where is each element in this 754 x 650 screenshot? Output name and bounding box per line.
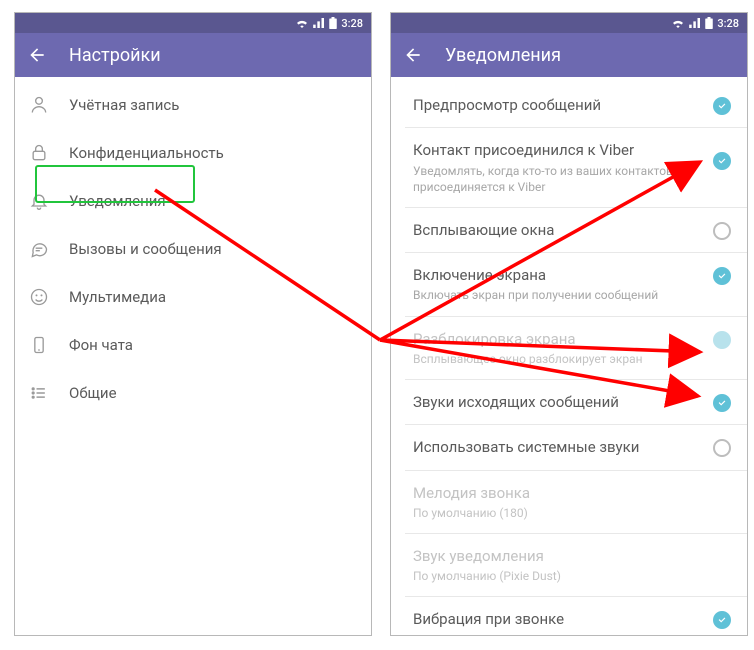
toggle-off-icon[interactable] [713, 222, 731, 240]
row-title: Звук уведомления [413, 546, 693, 566]
item-label: Уведомления [69, 191, 317, 211]
toggle-disabled-icon [713, 331, 731, 349]
pref-screen-on[interactable]: Включение экрана Включать экран при полу… [391, 253, 747, 315]
row-title: Включение экрана [413, 265, 693, 285]
toggle-on-icon[interactable] [713, 394, 731, 412]
pref-popups[interactable]: Всплывающие окна [391, 208, 747, 252]
settings-item-account[interactable]: Учётная запись [15, 83, 371, 131]
signal-icon [313, 18, 325, 28]
settings-item-notifications[interactable]: Уведомления [15, 179, 371, 227]
settings-item-background[interactable]: Фон чата [15, 323, 371, 371]
row-title: Вибрация при звонке [413, 609, 693, 629]
status-bar: 3:28 [391, 13, 747, 33]
pref-vibrate[interactable]: Вибрация при звонке [391, 597, 747, 641]
row-title: Контакт присоединился к Viber [413, 140, 693, 160]
row-title: Предпросмотр сообщений [413, 95, 693, 115]
bell-icon [29, 191, 49, 215]
item-label: Конфиденциальность [69, 143, 317, 163]
row-subtitle: По умолчанию (Pixie Dust) [413, 568, 693, 584]
screen-title: Уведомления [445, 45, 561, 66]
status-bar: 3:28 [15, 13, 371, 33]
row-title: Звуки исходящих сообщений [413, 392, 693, 412]
toggle-on-icon[interactable] [713, 152, 731, 170]
toggle-on-icon[interactable] [713, 611, 731, 629]
lock-icon [29, 143, 49, 167]
media-icon [29, 287, 49, 311]
row-title: Разблокировка экрана [413, 329, 693, 349]
status-time: 3:28 [717, 17, 739, 30]
pref-outgoing-sounds[interactable]: Звуки исходящих сообщений [391, 380, 747, 424]
item-label: Мультимедиа [69, 287, 317, 307]
list-icon [29, 383, 49, 407]
pref-notification-sound[interactable]: Звук уведомления По умолчанию (Pixie Dus… [391, 534, 747, 596]
toggle-off-icon[interactable] [713, 439, 731, 457]
signal-icon [689, 18, 701, 28]
wifi-icon [671, 18, 685, 28]
battery-icon [705, 17, 713, 29]
pref-contact-joined[interactable]: Контакт присоединился к Viber Уведомлять… [391, 128, 747, 207]
row-title: Всплывающие окна [413, 220, 693, 240]
item-label: Вызовы и сообщения [69, 239, 317, 259]
status-time: 3:28 [341, 17, 363, 30]
row-subtitle: Уведомлять, когда кто-то из ваших контак… [413, 163, 693, 195]
settings-item-calls[interactable]: Вызовы и сообщения [15, 227, 371, 275]
app-bar: Уведомления [391, 33, 747, 77]
pref-unlock-screen: Разблокировка экрана Всплывающее окно ра… [391, 317, 747, 379]
pref-ringtone[interactable]: Мелодия звонка По умолчанию (180) [391, 471, 747, 533]
item-label: Фон чата [69, 335, 317, 355]
back-icon[interactable] [403, 45, 423, 65]
settings-item-media[interactable]: Мультимедиа [15, 275, 371, 323]
toggle-on-icon[interactable] [713, 267, 731, 285]
battery-icon [329, 17, 337, 29]
row-title: Использовать системные звуки [413, 437, 693, 457]
pref-preview[interactable]: Предпросмотр сообщений [391, 83, 747, 127]
app-bar: Настройки [15, 33, 371, 77]
item-label: Общие [69, 383, 317, 403]
settings-item-privacy[interactable]: Конфиденциальность [15, 131, 371, 179]
settings-item-general[interactable]: Общие [15, 371, 371, 419]
row-title: Мелодия звонка [413, 483, 693, 503]
settings-list: Учётная запись Конфиденциальность Уведом… [15, 77, 371, 419]
row-subtitle: По умолчанию (180) [413, 505, 693, 521]
item-label: Учётная запись [69, 95, 317, 115]
back-icon[interactable] [27, 45, 47, 65]
pref-system-sounds[interactable]: Использовать системные звуки [391, 425, 747, 469]
chat-icon [29, 239, 49, 263]
notification-list: Предпросмотр сообщений Контакт присоедин… [391, 77, 747, 642]
toggle-on-icon[interactable] [713, 97, 731, 115]
phone-icon [29, 335, 49, 359]
screen-title: Настройки [69, 45, 161, 66]
user-icon [29, 95, 49, 119]
settings-screen: 3:28 Настройки Учётная запись Конфиденци… [14, 12, 372, 636]
row-subtitle: Включать экран при получении сообщений [413, 287, 693, 303]
row-subtitle: Всплывающее окно разблокирует экран [413, 351, 693, 367]
wifi-icon [295, 18, 309, 28]
notifications-screen: 3:28 Уведомления Предпросмотр сообщений … [390, 12, 748, 636]
